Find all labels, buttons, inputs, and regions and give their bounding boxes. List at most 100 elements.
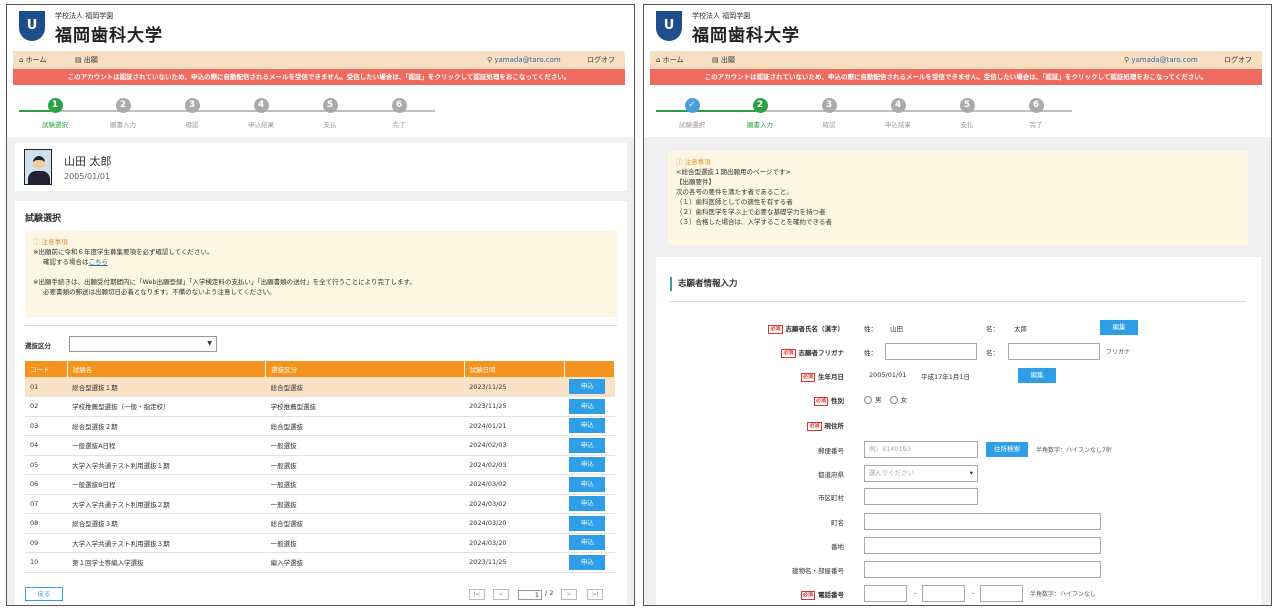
row-date: 2023/11/25 xyxy=(464,377,565,397)
row-category: 一般選抜 xyxy=(265,474,465,495)
tel-input-2[interactable] xyxy=(922,585,965,602)
apply-button[interactable]: 申込 xyxy=(569,515,606,531)
dob-value: 2005/01/01 xyxy=(869,371,907,379)
apply-button[interactable]: 申込 xyxy=(569,379,606,394)
nav-apply[interactable]: ▤ 出願 xyxy=(712,51,735,69)
logout-link[interactable]: ログオフ xyxy=(587,51,615,69)
zip-input[interactable]: 例）8140193 xyxy=(864,441,978,458)
radio-male[interactable]: 男 xyxy=(864,396,882,404)
step-5: 5 支払 xyxy=(322,98,338,129)
radio-female[interactable]: 女 xyxy=(889,396,907,404)
table-row: 04 一般選抜A日程 一般選抜 2024/02/03 申込 xyxy=(25,435,615,456)
page-first[interactable]: |< xyxy=(469,589,485,600)
apply-button[interactable]: 申込 xyxy=(569,437,606,453)
town-input[interactable] xyxy=(864,513,1101,530)
kana-mei-input[interactable] xyxy=(1008,343,1100,360)
row-category: 一般選抜 xyxy=(265,494,465,514)
exam-table: コード 試験名 選抜区分 試験日時 01 総合型選抜１期 総合型選抜 2023/11/… xyxy=(25,361,616,573)
row-date: 2023/11/25 xyxy=(464,552,565,573)
row-category: 一般選抜 xyxy=(265,533,465,553)
building-input[interactable] xyxy=(864,561,1101,578)
apply-button[interactable]: 申込 xyxy=(569,476,606,492)
university-name: 福岡歯科大学 xyxy=(55,26,163,46)
page-total: / 2 xyxy=(545,589,554,597)
page-last[interactable]: >| xyxy=(587,589,603,600)
exam-selection: 試験選択 ⓘ 注意事項 ※出願前に令和６年度学生募集要項を必ず確認してください。… xyxy=(15,201,627,605)
user-email[interactable]: ⚲ yamada@taro.com xyxy=(487,51,561,69)
apply-button[interactable]: 申込 xyxy=(569,496,606,512)
prefecture-select[interactable]: 選んでください ▾ xyxy=(864,465,978,482)
chevron-down-icon: ▼ xyxy=(207,340,212,347)
address-label: 必須 現住所 xyxy=(807,421,844,431)
user-email[interactable]: ⚲ yamada@taro.com xyxy=(1124,51,1198,69)
notice-link[interactable]: こちら xyxy=(89,258,109,266)
row-code: 06 xyxy=(25,474,68,495)
step-4: 4 申込結果 xyxy=(885,98,911,129)
step-1: 1 試験選択 xyxy=(42,98,68,129)
requirements-notice: ⓘ 注意事項 <総合型選抜１期出願用のページです> 【出願要件】 次の各号の要件… xyxy=(668,151,1248,245)
sex-label: 必須 性別 xyxy=(813,396,844,406)
apply-button[interactable]: 申込 xyxy=(569,535,606,551)
step-3: 3 確認 xyxy=(184,98,200,129)
step-6: 6 完了 xyxy=(1028,98,1044,129)
address-search-button[interactable]: 住所検索 xyxy=(986,442,1028,457)
table-row: 08 総合型選抜３期 総合型選抜 2024/03/20 申込 xyxy=(25,513,615,534)
filter-label: 選抜区分 xyxy=(25,342,51,350)
step-2: 2 願書入力 xyxy=(747,98,773,129)
left-screen: U 学校法人 福岡学園 福岡歯科大学 ⌂ ホーム ▤ 出願 ⚲ yamada@t… xyxy=(6,4,635,606)
row-code: 10 xyxy=(25,552,68,573)
tel-input-3[interactable] xyxy=(980,585,1023,602)
step-1: ✓ 試験選択 xyxy=(679,98,705,129)
page-prev[interactable]: < xyxy=(493,589,509,600)
step-indicator: 1 試験選択 2 願書入力 3 確認 4 申込結果 5 支払 6 完了 xyxy=(13,93,625,135)
apply-button[interactable]: 申込 xyxy=(569,418,606,434)
section-title: 試験選択 xyxy=(25,214,62,224)
row-exam-name: 一般選抜B日程 xyxy=(67,474,266,495)
university-logo: U xyxy=(19,11,45,41)
apply-button[interactable]: 申込 xyxy=(569,554,606,570)
back-button[interactable]: 戻る xyxy=(25,587,63,601)
chevron-down-icon: ▾ xyxy=(969,469,973,477)
kana-sei-input[interactable] xyxy=(885,343,977,360)
row-code: 01 xyxy=(25,377,68,397)
home-icon: ⌂ xyxy=(656,56,663,64)
nav-home[interactable]: ⌂ ホーム xyxy=(656,51,683,69)
auth-alert[interactable]: このアカウントは認証されていないため、申込の際に自動配信されるメールを受信できま… xyxy=(650,69,1262,85)
row-code: 03 xyxy=(25,416,68,436)
step-6: 6 完了 xyxy=(391,98,407,129)
name-sei: 山田 xyxy=(890,325,903,333)
auth-alert[interactable]: このアカウントは認証されていないため、申込の際に自動配信されるメールを受信できま… xyxy=(13,69,625,85)
page-input[interactable]: 1 xyxy=(518,590,542,600)
site-header: U 学校法人 福岡学園 福岡歯科大学 xyxy=(644,5,1271,49)
dob-wareki: 平成17年1月1日 xyxy=(921,373,971,381)
nav-bar: ⌂ ホーム ▤ 出願 ⚲ yamada@taro.com ログオフ xyxy=(650,51,1262,69)
nav-apply[interactable]: ▤ 出願 xyxy=(75,51,98,69)
row-code: 02 xyxy=(25,396,68,417)
apply-button[interactable]: 申込 xyxy=(569,457,606,473)
check-icon: ✓ xyxy=(684,98,700,113)
city-input[interactable] xyxy=(864,488,978,505)
apply-button[interactable]: 申込 xyxy=(569,398,606,414)
table-row: 09 大学入学共通テスト利用選抜３期 一般選抜 2024/03/20 申込 xyxy=(25,533,615,553)
apply-icon: ▤ xyxy=(75,56,84,64)
nav-home[interactable]: ⌂ ホーム xyxy=(19,51,46,69)
row-exam-name: 第１回学士等編入学選抜 xyxy=(67,552,266,573)
row-exam-name: 学校推薦型選抜（一般・指定校） xyxy=(67,396,266,417)
profile-name: 山田 太郎 xyxy=(64,155,112,168)
logout-link[interactable]: ログオフ xyxy=(1224,51,1252,69)
dob-label: 必須 生年月日 xyxy=(800,372,844,382)
table-row: 02 学校推薦型選抜（一般・指定校） 学校推薦型選抜 2023/11/25 申込 xyxy=(25,396,615,417)
dob-edit-button[interactable]: 編集 xyxy=(1018,368,1056,383)
row-category: 総合型選抜 xyxy=(265,513,465,534)
row-exam-name: 一般選抜A日程 xyxy=(67,435,266,456)
block-input[interactable] xyxy=(864,537,1101,554)
row-date: 2024/02/03 xyxy=(464,435,565,456)
row-exam-name: 総合型選抜１期 xyxy=(67,377,266,397)
filter-select[interactable]: ▼ xyxy=(69,336,217,352)
corp-name: 学校法人 福岡学園 xyxy=(692,12,751,20)
tel-input-1[interactable] xyxy=(864,585,907,602)
row-code: 08 xyxy=(25,513,68,534)
page-next[interactable]: > xyxy=(561,589,577,600)
name-edit-button[interactable]: 編集 xyxy=(1100,320,1138,335)
row-date: 2023/11/25 xyxy=(464,396,565,417)
